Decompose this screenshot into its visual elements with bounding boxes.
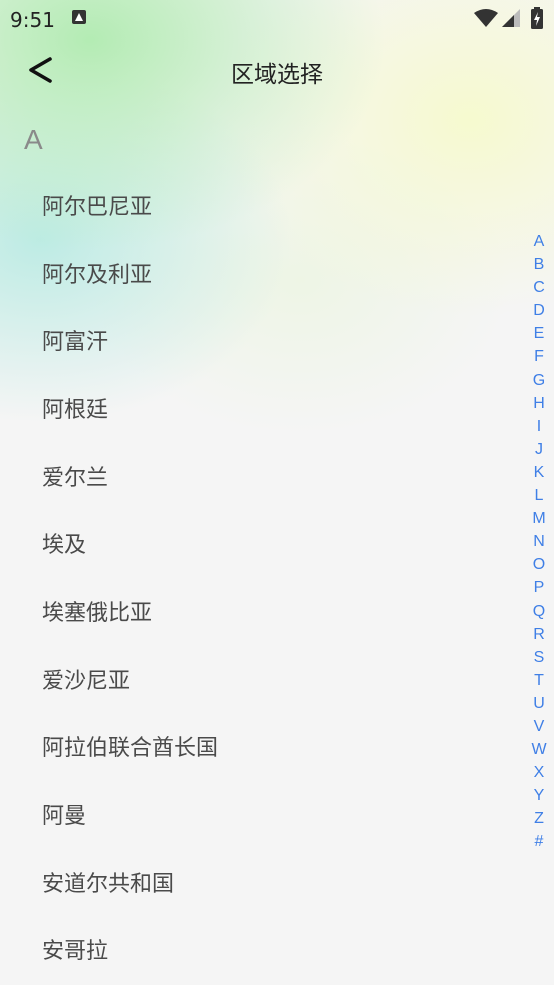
index-letter[interactable]: H	[527, 392, 551, 415]
wifi-icon	[474, 9, 498, 27]
region-name: 埃及	[42, 533, 87, 559]
index-letter[interactable]: J	[527, 438, 551, 461]
index-letter[interactable]: O	[527, 553, 551, 576]
notification-icon	[72, 10, 86, 24]
region-list: 阿尔巴尼亚阿尔及利亚阿富汗阿根廷爱尔兰埃及埃塞俄比亚爱沙尼亚阿拉伯联合酋长国 阿曼…	[0, 171, 520, 983]
region-name: 安哥拉	[42, 939, 109, 965]
index-letter[interactable]: F	[527, 345, 551, 368]
app-header: 区域选择	[0, 38, 554, 102]
page-title: 区域选择	[231, 62, 323, 88]
index-letter[interactable]: C	[527, 276, 551, 299]
battery-charging-icon	[531, 7, 543, 29]
alphabet-index-bar[interactable]: A B C D E F G H I J K L M N O P Q R S T U V W X Y Z #	[527, 230, 551, 854]
index-letter[interactable]: #	[527, 830, 551, 853]
index-letter[interactable]: N	[527, 530, 551, 553]
region-name: 阿拉伯联合酋长国	[42, 736, 219, 762]
list-item[interactable]: 爱沙尼亚	[0, 645, 520, 713]
index-letter[interactable]: B	[527, 253, 551, 276]
index-letter[interactable]: U	[527, 692, 551, 715]
index-letter[interactable]: Z	[527, 807, 551, 830]
index-letter[interactable]: X	[527, 761, 551, 784]
region-name: 爱沙尼亚	[42, 668, 131, 694]
region-name: 安道尔共和国	[42, 871, 175, 897]
list-item[interactable]: 阿根廷	[0, 374, 520, 442]
index-letter[interactable]: P	[527, 576, 551, 599]
index-letter[interactable]: G	[527, 369, 551, 392]
list-item[interactable]: 阿曼	[0, 780, 520, 848]
list-item[interactable]: 阿富汗	[0, 306, 520, 374]
region-name: 阿曼	[42, 804, 87, 830]
list-item[interactable]: 埃及	[0, 509, 520, 577]
status-bar: 9:51	[0, 0, 554, 38]
index-letter[interactable]: Q	[527, 600, 551, 623]
index-letter[interactable]: T	[527, 669, 551, 692]
index-letter[interactable]: K	[527, 461, 551, 484]
index-letter[interactable]: L	[527, 484, 551, 507]
list-item[interactable]: 安道尔共和国	[0, 848, 520, 916]
region-name: 爱尔兰	[42, 465, 109, 491]
status-time: 9:51	[10, 8, 55, 32]
index-letter[interactable]: R	[527, 623, 551, 646]
index-letter[interactable]: V	[527, 715, 551, 738]
region-name: 阿尔巴尼亚	[42, 194, 153, 220]
index-letter[interactable]: I	[527, 415, 551, 438]
region-name: 阿富汗	[42, 330, 109, 356]
list-item[interactable]: 阿尔巴尼亚	[0, 171, 520, 239]
signal-icon	[502, 9, 520, 27]
index-letter[interactable]: S	[527, 646, 551, 669]
list-item[interactable]: 阿拉伯联合酋长国	[0, 713, 520, 781]
index-letter[interactable]: A	[527, 230, 551, 253]
list-item[interactable]: 安哥拉	[0, 916, 520, 984]
region-name: 阿根廷	[42, 397, 109, 423]
index-letter[interactable]: D	[527, 299, 551, 322]
list-item[interactable]: 爱尔兰	[0, 442, 520, 510]
index-letter[interactable]: M	[527, 507, 551, 530]
list-item[interactable]: 阿尔及利亚	[0, 239, 520, 307]
section-letter-header: A	[24, 124, 43, 155]
index-letter[interactable]: Y	[527, 784, 551, 807]
index-letter[interactable]: E	[527, 322, 551, 345]
region-name: 埃塞俄比亚	[42, 600, 153, 626]
list-item[interactable]: 埃塞俄比亚	[0, 577, 520, 645]
index-letter[interactable]: W	[527, 738, 551, 761]
region-name: 阿尔及利亚	[42, 262, 153, 288]
